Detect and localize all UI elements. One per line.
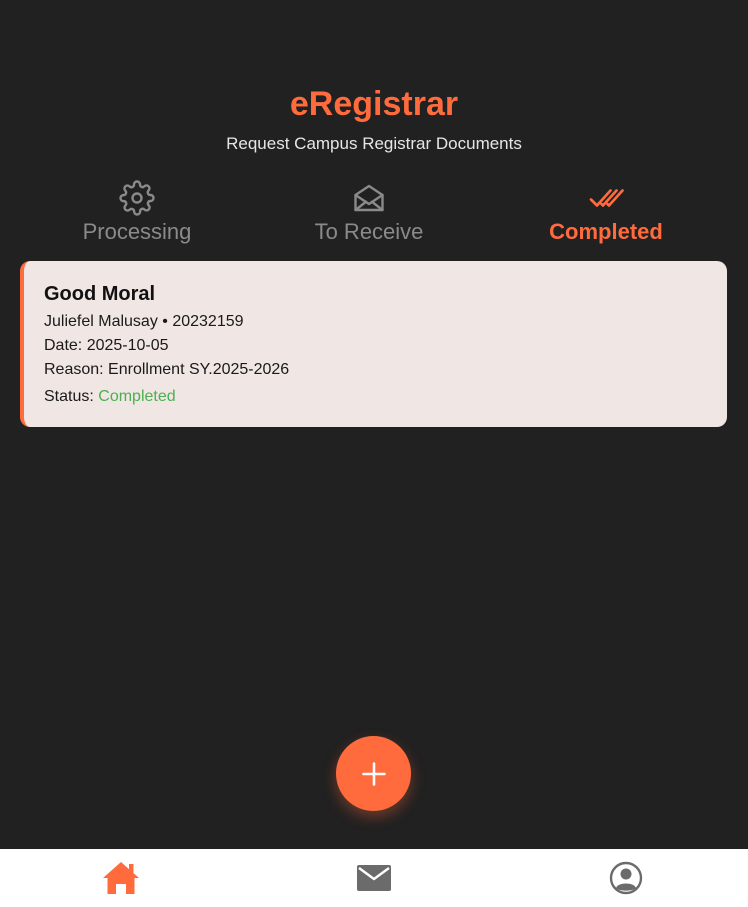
tab-to-receive[interactable]: To Receive: [249, 180, 489, 250]
nav-mail[interactable]: [314, 849, 434, 907]
document-title: Good Moral: [44, 283, 156, 305]
home-icon: [103, 862, 139, 894]
mail-icon: [357, 865, 391, 891]
app-title: eRegistrar: [289, 85, 459, 123]
request-date: Date: 2025-10-05: [44, 337, 169, 354]
bottom-navigation: [0, 849, 748, 907]
app-header: eRegistrar Request Campus Registrar Docu…: [0, 84, 748, 154]
status-label: Status:: [44, 388, 94, 405]
tab-processing[interactable]: Processing: [17, 180, 257, 250]
add-request-button[interactable]: [336, 736, 411, 811]
plus-icon: [361, 761, 386, 786]
profile-icon: [609, 861, 643, 895]
request-reason: Reason: Enrollment SY.2025-2026: [44, 361, 290, 378]
tab-completed[interactable]: Completed: [486, 180, 726, 250]
status-tabs: Processing To Receive Completed: [0, 180, 748, 250]
app-subtitle: Request Campus Registrar Documents: [226, 134, 522, 153]
status-badge: Completed: [98, 388, 176, 405]
tab-processing-label: Processing: [82, 219, 192, 244]
nav-profile[interactable]: [566, 849, 686, 907]
tab-completed-label: Completed: [549, 219, 663, 244]
nav-home[interactable]: [61, 849, 181, 907]
request-status: Status: Completed: [44, 386, 727, 408]
double-check-icon: [589, 189, 624, 207]
gear-icon: [119, 180, 155, 216]
envelope-open-icon: [354, 184, 384, 212]
student-info: Juliefel Malusay • 20232159: [44, 313, 244, 330]
request-card[interactable]: Good Moral Juliefel Malusay • 20232159 D…: [20, 261, 727, 427]
tab-to-receive-label: To Receive: [314, 219, 424, 244]
